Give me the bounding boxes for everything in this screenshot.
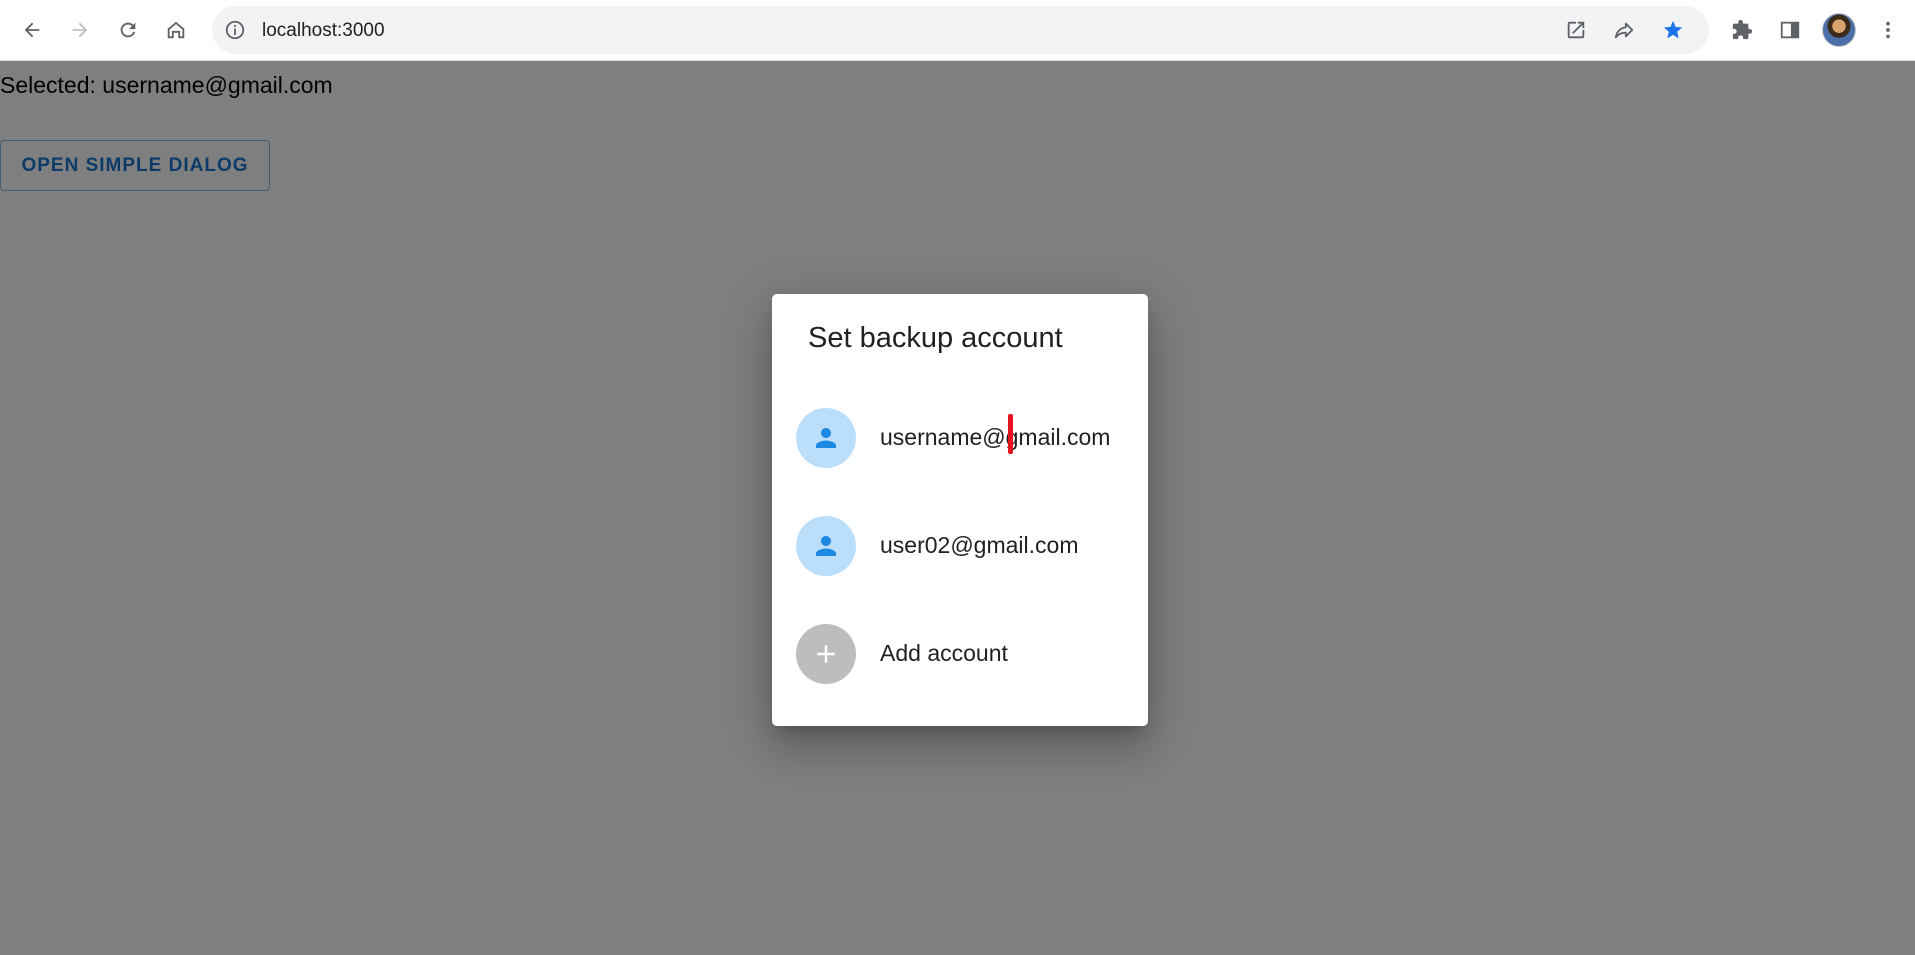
info-icon[interactable] [224,19,246,41]
cursor-marker [1008,414,1013,454]
account-item-user02[interactable]: user02@gmail.com [772,492,1148,600]
account-avatar [796,516,856,576]
share-icon[interactable] [1606,12,1642,48]
account-avatar [796,408,856,468]
profile-avatar[interactable] [1822,13,1856,47]
url-text: localhost:3000 [262,20,385,41]
home-icon[interactable] [158,12,194,48]
account-email: user02@gmail.com [880,532,1079,558]
reload-icon[interactable] [110,12,146,48]
add-account-item[interactable]: Add account [772,600,1148,708]
account-email: username@gmail.com [880,424,1111,450]
add-icon [817,645,835,663]
person-icon [816,536,836,556]
star-icon[interactable] [1655,12,1691,48]
side-panel-icon[interactable] [1772,12,1808,48]
add-account-label: Add account [880,640,1008,666]
dialog-title: Set backup account [808,322,1063,354]
forward-arrow-icon[interactable] [62,12,98,48]
person-icon [816,428,836,448]
open-in-new-icon[interactable] [1558,12,1594,48]
back-arrow-icon[interactable] [14,12,50,48]
puzzle-icon[interactable] [1724,12,1760,48]
backup-account-dialog: Set backup account username@gmail.com us… [772,294,1148,726]
add-account-avatar [796,624,856,684]
browser-toolbar: localhost:3000 [0,0,1915,61]
more-vert-icon[interactable] [1870,12,1906,48]
address-bar[interactable]: localhost:3000 [212,6,1709,54]
account-item-username[interactable]: username@gmail.com [772,384,1148,492]
